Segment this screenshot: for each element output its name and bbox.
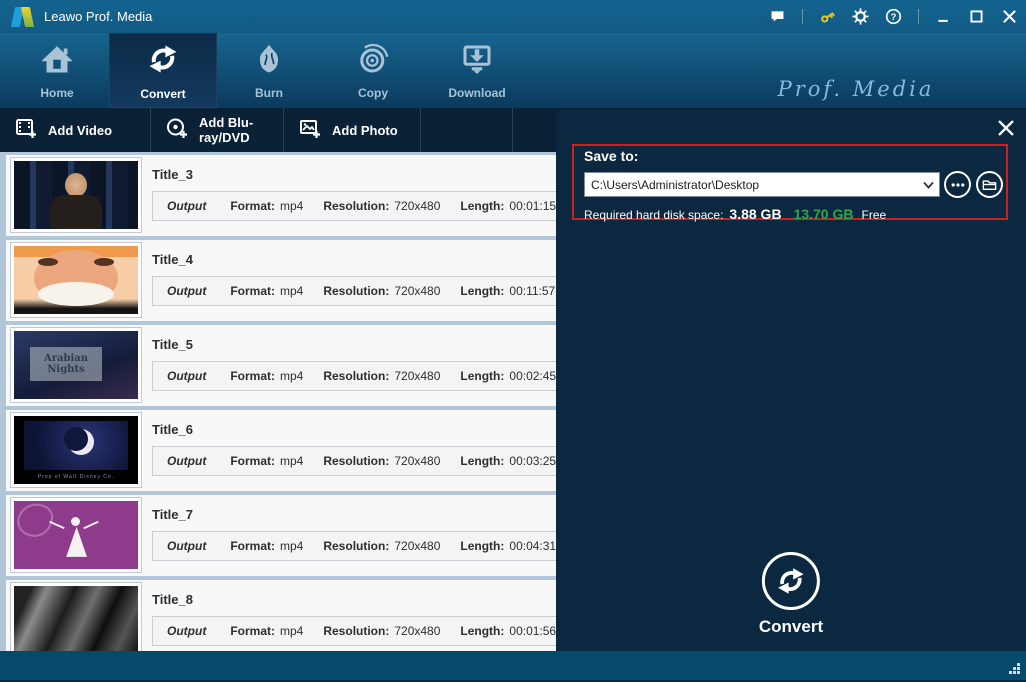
free-space-value: 13.70 GB (793, 206, 854, 222)
status-bar (0, 651, 1026, 682)
thumbnail-text: Arabian Nights (30, 347, 102, 381)
chevron-down-icon (917, 181, 939, 189)
format-field: Format: mp4 (230, 454, 304, 468)
video-thumbnail (10, 582, 142, 651)
format-field: Format: mp4 (230, 624, 304, 638)
home-icon (39, 41, 75, 82)
svg-text:?: ? (891, 12, 897, 22)
tab-convert-label: Convert (140, 87, 186, 101)
burn-flame-icon (251, 41, 287, 82)
add-photo-button[interactable]: Add Photo (284, 108, 421, 152)
titlebar-divider (802, 9, 803, 24)
tab-download[interactable]: Download (425, 33, 529, 108)
length-field: Length: 00:04:31 (460, 539, 557, 553)
video-title: Title_6 (152, 422, 193, 437)
feedback-chat-icon[interactable] (769, 8, 786, 25)
resolution-field: Resolution: 720x480 (323, 284, 441, 298)
video-thumbnail (10, 242, 142, 318)
thumbnail-caption: Prop of Walt Disney Co. (37, 474, 115, 480)
brand-script: Prof. Media (777, 77, 935, 101)
video-thumbnail (10, 157, 142, 233)
format-field: Format: mp4 (230, 369, 304, 383)
required-space-label: Required hard disk space: (584, 208, 724, 222)
video-title: Title_4 (152, 252, 193, 267)
video-title: Title_7 (152, 507, 193, 522)
length-field: Length: 00:01:15 (460, 199, 557, 213)
add-photo-label: Add Photo (332, 122, 398, 138)
tab-copy-label: Copy (358, 86, 388, 100)
length-field: Length: 00:11:57 (460, 284, 556, 298)
length-field: Length: 00:02:45 (460, 369, 557, 383)
convert-button[interactable]: Convert (759, 552, 823, 637)
tab-convert[interactable]: Convert (109, 33, 217, 108)
resolution-field: Resolution: 720x480 (323, 539, 441, 553)
video-thumbnail: Arabian Nights (10, 327, 142, 403)
panel-close-icon[interactable] (996, 118, 1016, 138)
tab-burn[interactable]: Burn (217, 33, 321, 108)
add-bluray-dvd-button[interactable]: Add Blu-ray/DVD (151, 108, 284, 152)
resize-grip[interactable] (1008, 662, 1021, 675)
download-icon (459, 41, 495, 82)
resolution-field: Resolution: 720x480 (323, 199, 441, 213)
window-title: Leawo Prof. Media (44, 9, 153, 24)
titlebar-divider (918, 9, 919, 24)
titlebar-controls: ? (769, 0, 1018, 33)
copy-disc-icon (355, 41, 391, 82)
save-path-value: C:\Users\Administrator\Desktop (591, 177, 760, 192)
resolution-field: Resolution: 720x480 (323, 624, 441, 638)
video-title: Title_5 (152, 337, 193, 352)
free-label: Free (861, 208, 887, 222)
titlebar: Leawo Prof. Media ? (0, 0, 1026, 33)
add-bluray-dvd-label: Add Blu-ray/DVD (199, 115, 254, 145)
convert-settings-panel: Save to: C:\Users\Administrator\Desktop … (556, 110, 1026, 651)
save-to-label: Save to: (584, 148, 639, 164)
convert-button-label: Convert (758, 617, 824, 636)
register-key-icon[interactable] (819, 8, 836, 25)
output-label: Output (167, 624, 207, 638)
output-label: Output (167, 539, 207, 553)
required-space-value: 3.88 GB (729, 206, 782, 222)
leawo-logo-icon (10, 6, 35, 27)
convert-cycle-icon (144, 40, 182, 83)
close-icon[interactable] (1001, 8, 1018, 25)
minimize-icon[interactable] (935, 8, 952, 25)
tab-home-label: Home (40, 86, 74, 100)
tab-home[interactable]: Home (5, 33, 109, 108)
length-field: Length: 00:03:25 (460, 454, 557, 468)
help-icon[interactable]: ? (885, 8, 902, 25)
video-title: Title_3 (152, 167, 193, 182)
open-folder-button[interactable] (976, 171, 1003, 198)
format-field: Format: mp4 (230, 199, 304, 213)
output-label: Output (167, 284, 207, 298)
main-nav: Home Convert Burn Copy Download Prof. Me… (0, 33, 1026, 132)
format-field: Format: mp4 (230, 539, 304, 553)
add-video-label: Add Video (48, 122, 113, 138)
video-thumbnail: Prop of Walt Disney Co. (10, 412, 142, 488)
convert-cycle-icon (761, 552, 820, 610)
tab-burn-label: Burn (255, 86, 283, 100)
length-field: Length: 00:01:56 (460, 624, 557, 638)
nav-tabs: Home Convert Burn Copy Download (5, 33, 529, 108)
settings-gear-icon[interactable] (852, 8, 869, 25)
output-label: Output (167, 199, 207, 213)
add-bluray-dvd-icon (165, 116, 189, 145)
maximize-icon[interactable] (968, 8, 985, 25)
save-path-select[interactable]: C:\Users\Administrator\Desktop (584, 172, 940, 197)
tab-copy[interactable]: Copy (321, 33, 425, 108)
output-label: Output (167, 454, 207, 468)
add-video-icon (14, 116, 38, 145)
browse-ellipsis-button[interactable] (944, 171, 971, 198)
toolbar-divider (421, 108, 513, 152)
add-photo-icon (298, 116, 322, 145)
add-video-button[interactable]: Add Video (0, 108, 151, 152)
format-field: Format: mp4 (230, 284, 304, 298)
video-thumbnail (10, 497, 142, 573)
tab-download-label: Download (448, 86, 506, 100)
app-window: Leawo Prof. Media ? Home Convert Burn Co… (0, 0, 1026, 682)
resolution-field: Resolution: 720x480 (323, 369, 441, 383)
output-label: Output (167, 369, 207, 383)
required-space-line: Required hard disk space: 3.88 GB 13.70 GB… (584, 206, 886, 222)
resolution-field: Resolution: 720x480 (323, 454, 441, 468)
video-title: Title_8 (152, 592, 193, 607)
